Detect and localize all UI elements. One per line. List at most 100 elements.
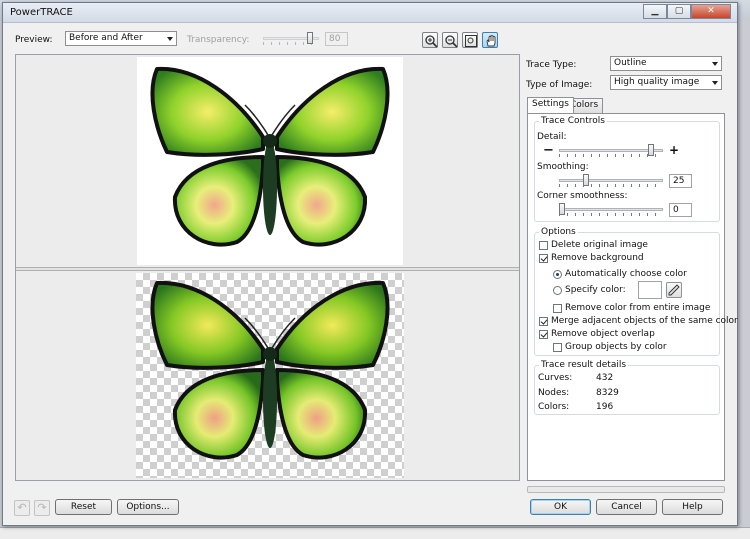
checkbox-box xyxy=(539,316,548,326)
close-button[interactable]: ✕ xyxy=(691,4,731,19)
colors-value: 196 xyxy=(596,402,614,412)
slider-thumb[interactable] xyxy=(559,203,565,215)
smoothing-slider[interactable] xyxy=(559,174,663,188)
original-image xyxy=(137,57,403,265)
auto-color-radio[interactable]: Automatically choose color xyxy=(553,268,687,280)
slider-ticks xyxy=(559,184,663,187)
corner-smoothness-label: Corner smoothness: xyxy=(537,191,628,201)
smoothing-label: Smoothing: xyxy=(537,162,589,172)
transparency-label: Transparency: xyxy=(187,35,250,45)
remove-background-checkbox[interactable]: Remove background xyxy=(539,252,644,264)
cancel-button[interactable]: Cancel xyxy=(596,499,657,515)
image-type-select[interactable]: High quality image xyxy=(610,75,722,90)
zoom-out-icon xyxy=(445,35,458,48)
preview-select[interactable]: Before and After xyxy=(65,31,177,46)
options-group: Options Delete original image Remove bac… xyxy=(534,227,738,356)
minimize-icon: ▁ xyxy=(651,6,659,16)
specify-color-radio[interactable]: Specify color: xyxy=(553,284,626,296)
slider-thumb[interactable] xyxy=(583,174,589,186)
maximize-button[interactable]: ▢ xyxy=(667,4,691,19)
checkbox-box xyxy=(539,329,548,339)
pan-button[interactable] xyxy=(482,32,498,48)
radio-circle xyxy=(553,285,562,295)
title-bar: PowerTRACE ▁ ▢ ✕ xyxy=(3,3,737,23)
nodes-value: 8329 xyxy=(596,388,619,398)
delete-original-label: Delete original image xyxy=(551,240,648,250)
preview-after-pane xyxy=(16,271,519,480)
remove-background-label: Remove background xyxy=(551,253,644,263)
chevron-down-icon xyxy=(167,37,173,41)
increase-detail-icon[interactable]: + xyxy=(669,143,679,157)
trace-type-label: Trace Type: xyxy=(526,60,577,70)
colors-label: Colors: xyxy=(538,402,570,412)
preview-before-pane xyxy=(16,55,519,267)
trace-controls-group: Trace Controls Detail: − + Smoothing: 25… xyxy=(534,116,720,222)
traced-image xyxy=(136,273,404,478)
merge-adjacent-label: Merge adjacent objects of the same color xyxy=(551,316,738,326)
undo-button[interactable]: ↶ xyxy=(14,500,30,516)
curves-value: 432 xyxy=(596,373,614,383)
undo-icon: ↶ xyxy=(17,501,27,514)
image-type-value: High quality image xyxy=(614,77,700,87)
tab-settings[interactable]: Settings xyxy=(527,97,574,113)
options-title: Options xyxy=(539,227,578,237)
reset-button[interactable]: Reset xyxy=(55,499,112,515)
close-icon: ✕ xyxy=(707,6,715,16)
trace-type-value: Outline xyxy=(614,58,647,68)
background-app-statusbar xyxy=(0,527,750,539)
preview-select-value: Before and After xyxy=(69,33,143,43)
remove-entire-checkbox[interactable]: Remove color from entire image xyxy=(553,302,710,314)
eyedropper-button[interactable] xyxy=(666,282,682,298)
zoom-in-icon xyxy=(425,35,438,48)
merge-adjacent-checkbox[interactable]: Merge adjacent objects of the same color xyxy=(539,315,738,327)
minimize-button[interactable]: ▁ xyxy=(643,4,667,19)
slider-thumb[interactable] xyxy=(648,144,654,156)
group-by-color-label: Group objects by color xyxy=(565,342,667,352)
help-button[interactable]: Help xyxy=(662,499,723,515)
redo-icon: ↷ xyxy=(37,501,47,514)
zoom-in-button[interactable] xyxy=(422,32,438,48)
delete-original-checkbox[interactable]: Delete original image xyxy=(539,239,648,251)
options-button[interactable]: Options... xyxy=(117,499,179,515)
zoom-fit-button[interactable] xyxy=(462,32,478,48)
slider-track xyxy=(559,208,663,211)
remove-overlap-checkbox[interactable]: Remove object overlap xyxy=(539,328,655,340)
checkbox-box xyxy=(553,303,562,313)
redo-button[interactable]: ↷ xyxy=(34,500,50,516)
auto-color-label: Automatically choose color xyxy=(565,269,687,279)
powertrace-dialog: PowerTRACE ▁ ▢ ✕ Preview: Before and Aft… xyxy=(2,2,738,526)
radio-circle xyxy=(553,269,562,279)
transparency-slider[interactable] xyxy=(263,32,319,46)
detail-slider[interactable] xyxy=(559,144,663,158)
curves-label: Curves: xyxy=(538,373,573,383)
smoothing-input[interactable]: 25 xyxy=(669,174,692,188)
checkbox-box xyxy=(539,253,548,263)
detail-label: Detail: xyxy=(537,132,567,142)
corner-smoothness-slider[interactable] xyxy=(559,203,663,217)
transparency-input[interactable]: 80 xyxy=(325,32,348,46)
remove-entire-label: Remove color from entire image xyxy=(565,303,711,313)
trace-results-group: Trace result details Curves: 432 Nodes: … xyxy=(534,360,720,415)
trace-type-select[interactable]: Outline xyxy=(610,56,722,71)
zoom-out-button[interactable] xyxy=(442,32,458,48)
checkbox-box xyxy=(539,240,548,250)
specify-color-label: Specify color: xyxy=(565,285,626,295)
nodes-label: Nodes: xyxy=(538,388,570,398)
trace-results-title: Trace result details xyxy=(539,360,629,370)
image-type-label: Type of Image: xyxy=(526,80,593,90)
ok-button[interactable]: OK xyxy=(530,499,591,515)
checkbox-box xyxy=(553,342,562,352)
eyedropper-icon xyxy=(668,284,680,296)
color-swatch[interactable] xyxy=(638,281,662,299)
corner-smoothness-input[interactable]: 0 xyxy=(669,203,692,217)
panel-scrollbar[interactable] xyxy=(527,486,725,493)
preview-area[interactable] xyxy=(15,54,520,481)
chevron-down-icon xyxy=(712,62,718,66)
group-by-color-checkbox[interactable]: Group objects by color xyxy=(553,341,667,353)
slider-track xyxy=(559,179,663,182)
trace-controls-title: Trace Controls xyxy=(539,116,607,126)
slider-thumb[interactable] xyxy=(307,32,313,44)
decrease-detail-icon[interactable]: − xyxy=(543,143,554,158)
window-title: PowerTRACE xyxy=(10,7,73,18)
pan-hand-icon xyxy=(486,34,496,47)
